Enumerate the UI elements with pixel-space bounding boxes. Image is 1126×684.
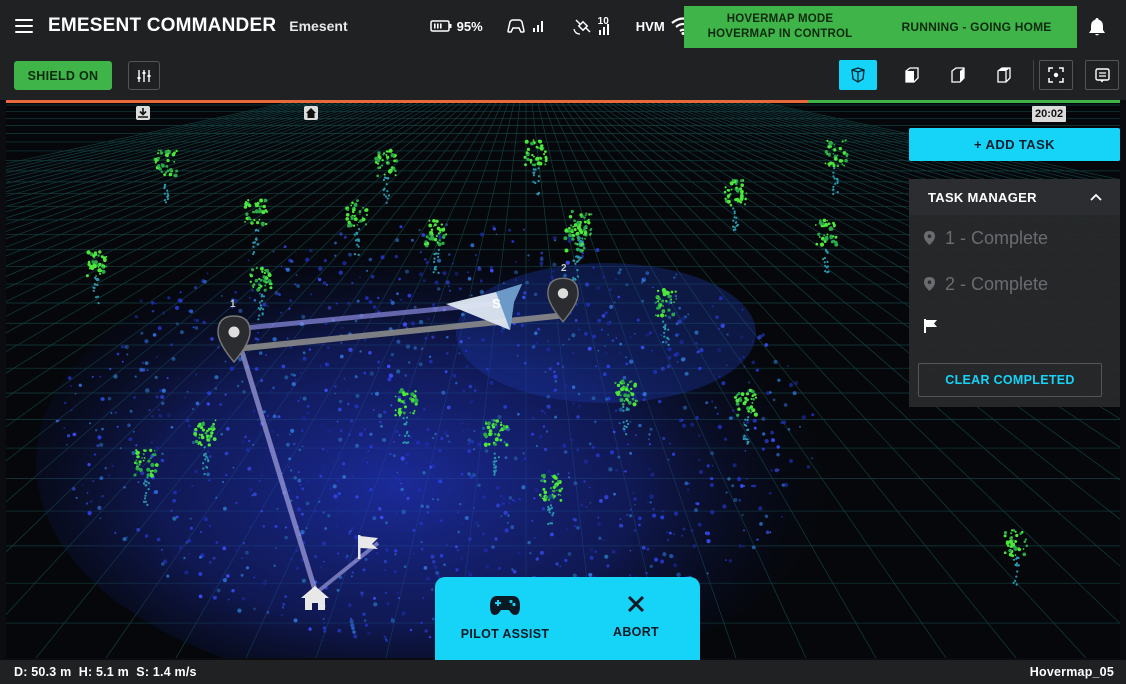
sliders-icon <box>137 69 151 82</box>
map-pin-icon <box>547 277 579 323</box>
telemetry-readout: D: 50.3 m H: 5.1 m S: 1.4 m/s <box>14 665 197 679</box>
remote-controller-icon <box>506 19 525 33</box>
home-small-icon <box>306 108 316 118</box>
abort-label: ABORT <box>613 625 659 639</box>
satellite-count: 10 <box>597 15 609 27</box>
recenter-view-button[interactable] <box>1039 60 1073 90</box>
toolbar-divider <box>1033 60 1034 90</box>
waypoint-1-label: 1 <box>230 299 236 310</box>
task-item-2-label: 2 - Complete <box>945 273 1049 294</box>
task-item-1[interactable]: 1 - Complete <box>909 215 1120 261</box>
battery-value: 95% <box>456 18 483 34</box>
task-item-1-label: 1 - Complete <box>945 227 1049 248</box>
satellite-icon <box>573 19 591 35</box>
close-icon <box>627 595 645 613</box>
status-footer: D: 50.3 m H: 5.1 m S: 1.4 m/s Hovermap_0… <box>0 660 1126 684</box>
side-view-icon <box>951 67 965 83</box>
chevron-up-icon[interactable] <box>1090 193 1102 201</box>
battery-icon <box>429 20 452 32</box>
flag-icon <box>924 319 937 333</box>
app-title: EMESENT COMMANDER <box>48 15 277 36</box>
notification-bell-icon[interactable] <box>1088 17 1106 37</box>
waypoint-2[interactable]: 2 <box>546 263 586 323</box>
message-icon <box>1094 67 1110 82</box>
svg-text:S: S <box>492 296 501 311</box>
mission-timer: 20:02 <box>1032 106 1067 122</box>
top-view-button[interactable] <box>985 60 1023 90</box>
signal-bars-icon <box>532 21 543 32</box>
perspective-view-button[interactable] <box>839 60 877 90</box>
timeline-download-marker[interactable] <box>136 106 150 120</box>
status-indicators: 95% 10 HVM <box>429 15 722 35</box>
task-item-2[interactable]: 2 - Complete <box>909 261 1120 307</box>
waypoint-2-label: 2 <box>561 263 567 274</box>
top-bar: EMESENT COMMANDER Emesent 95% 10 HVM HOV… <box>0 0 1126 52</box>
focus-target-icon <box>1048 67 1064 83</box>
clear-completed-button[interactable]: CLEAR COMPLETED <box>918 363 1102 397</box>
message-log-button[interactable] <box>1085 60 1119 90</box>
pilot-assist-label: PILOT ASSIST <box>460 627 550 641</box>
mode-line-1: HOVERMAP MODE <box>726 13 834 25</box>
abort-button[interactable]: ABORT <box>593 577 679 660</box>
map-pin-icon <box>217 315 251 363</box>
control-toolbar: SHIELD ON <box>0 52 1126 100</box>
side-view-button[interactable] <box>939 60 977 90</box>
remote-signal-status <box>505 18 551 34</box>
mode-status-banner: HOVERMAP MODE HOVERMAP IN CONTROL RUNNIN… <box>684 6 1077 48</box>
action-panel: PILOT ASSIST ABORT <box>435 577 700 660</box>
device-name: Hovermap_05 <box>1029 665 1114 679</box>
location-pin-icon <box>924 277 935 291</box>
front-view-icon <box>905 67 919 83</box>
battery-status: 95% <box>429 18 483 34</box>
mode-text: HOVERMAP MODE HOVERMAP IN CONTROL <box>684 12 876 42</box>
pilot-assist-button[interactable]: PILOT ASSIST <box>450 577 560 660</box>
run-status: RUNNING - GOING HOME <box>901 20 1052 34</box>
task-manager-header[interactable]: TASK MANAGER <box>909 179 1120 215</box>
menu-icon[interactable] <box>15 19 33 33</box>
hvm-label: HVM <box>635 18 665 34</box>
mode-line-2: HOVERMAP IN CONTROL <box>707 28 853 40</box>
add-task-button[interactable]: + ADD TASK <box>909 128 1120 161</box>
download-icon <box>138 108 148 118</box>
perspective-view-icon <box>851 67 865 83</box>
shield-toggle-button[interactable]: SHIELD ON <box>14 61 112 90</box>
top-view-icon <box>997 67 1011 83</box>
gamepad-icon <box>490 596 520 615</box>
task-manager-panel: TASK MANAGER 1 - Complete 2 - Complete C… <box>909 179 1120 407</box>
location-pin-icon <box>924 231 935 245</box>
task-item-home-flag[interactable] <box>909 307 1120 345</box>
front-view-button[interactable] <box>893 60 931 90</box>
waypoint-1[interactable]: 1 <box>216 299 256 363</box>
timeline-home-marker[interactable] <box>304 106 318 120</box>
settings-sliders-button[interactable] <box>128 61 160 90</box>
gps-status: 10 <box>573 15 614 35</box>
org-name: Emesent <box>289 18 348 34</box>
task-manager-title: TASK MANAGER <box>928 189 1037 205</box>
